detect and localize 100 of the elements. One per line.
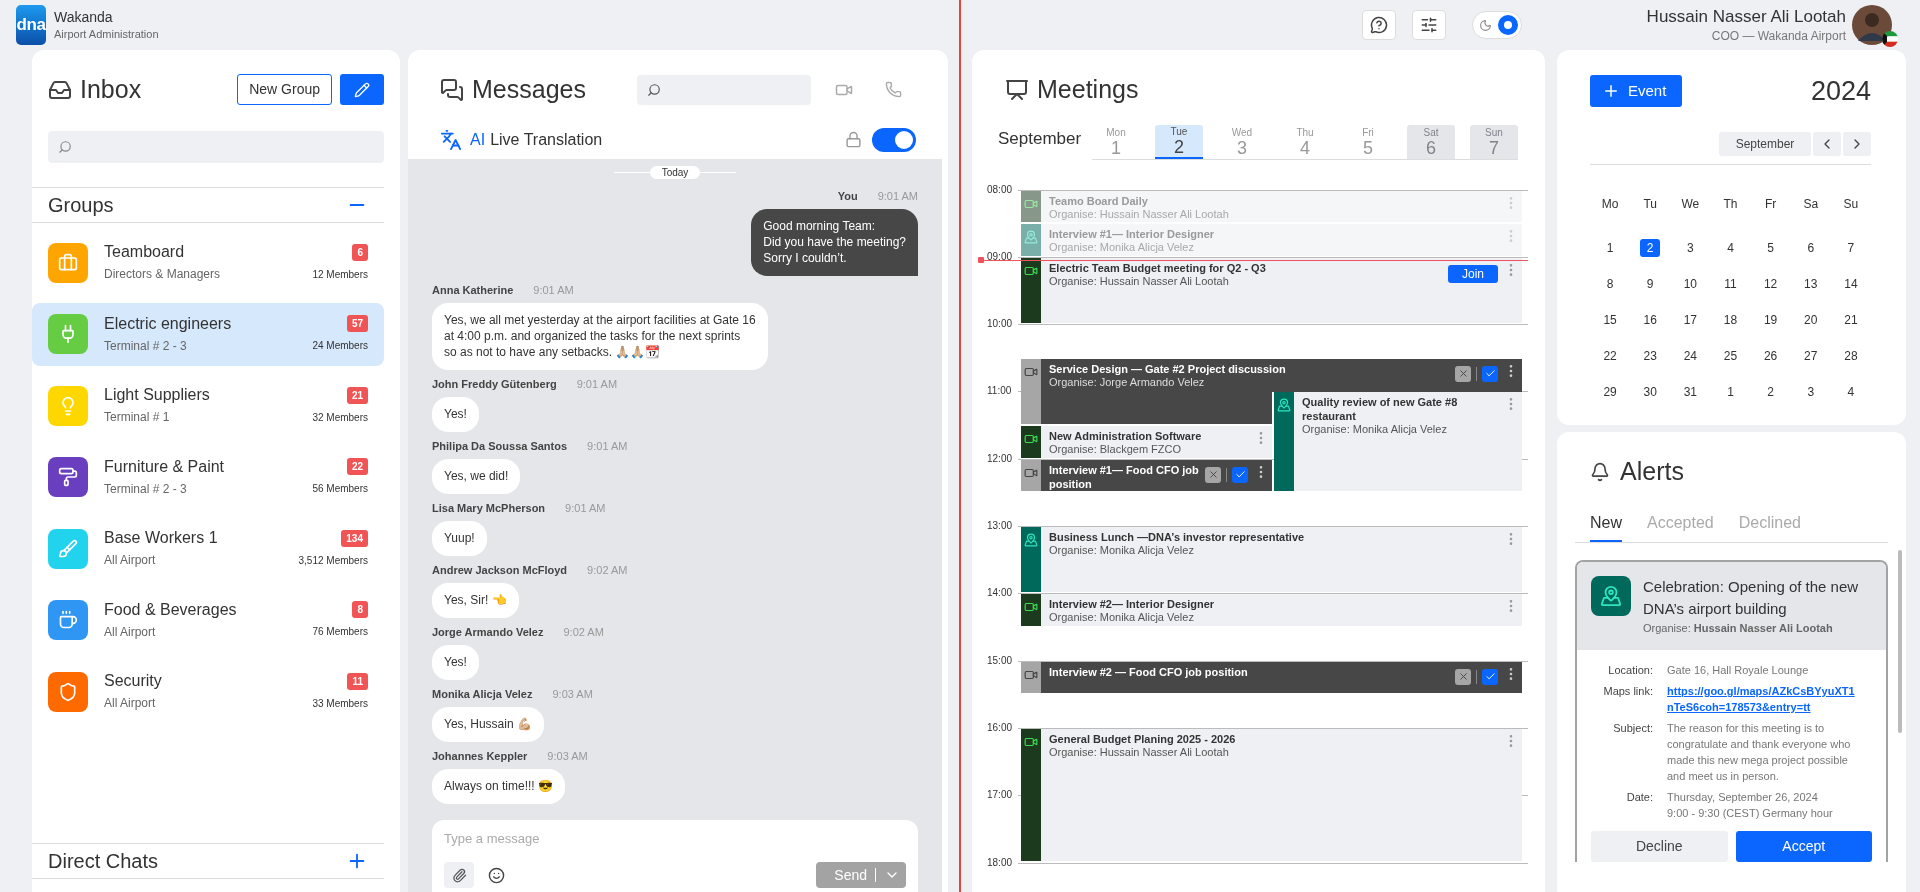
calendar-day[interactable]: 3 <box>1680 238 1701 257</box>
decline-button[interactable] <box>1455 365 1471 382</box>
meeting-event[interactable]: Service Design — Gate #2 Project discussion Organise: Jorge Armando Velez <box>1021 358 1522 393</box>
calendar-day[interactable]: 31 <box>1680 382 1701 401</box>
calendar-day[interactable]: 7 <box>1840 238 1861 257</box>
accept-button[interactable]: Accept <box>1735 831 1872 862</box>
sender-name: Monika Alicja Velez <box>432 687 533 703</box>
detail-label: Date: <box>1625 790 1653 805</box>
calendar-day[interactable]: 23 <box>1640 346 1661 365</box>
accept-button[interactable] <box>1232 466 1248 483</box>
group-item[interactable]: Base Workers 1 All Airport 134 3,512 Members <box>32 517 384 580</box>
member-count: 3,512 Members <box>298 553 368 568</box>
month-select[interactable]: September <box>1719 131 1811 156</box>
chat-icon <box>440 77 464 102</box>
calendar-day[interactable]: 24 <box>1680 346 1701 365</box>
group-item[interactable]: Teamboard Directors & Managers 6 12 Members <box>32 231 384 294</box>
calendar-day[interactable]: 1 <box>1720 382 1741 401</box>
accept-button[interactable] <box>1482 365 1498 382</box>
message-time: 9:01 AM <box>533 283 574 299</box>
meeting-event[interactable]: Quality review of new Gate #8 restaurant Organise: Monika Alicja Velez <box>1274 392 1522 492</box>
detail-value: The reason for this meeting is to congratulate and thank everyone who made this new mega project possible and meet us in person. <box>1667 721 1852 784</box>
calendar-day[interactable]: 19 <box>1760 310 1781 329</box>
event-block[interactable] <box>1021 392 1272 425</box>
message-time: 9:01 AM <box>587 439 628 455</box>
calendar-day[interactable]: 10 <box>1680 274 1701 293</box>
calendar-day[interactable]: 16 <box>1640 310 1661 329</box>
edit-button[interactable] <box>340 74 384 106</box>
group-item[interactable]: Furniture & Paint Terminal # 2 - 3 22 56 Members <box>32 445 384 509</box>
calendar-day[interactable]: 6 <box>1800 238 1821 257</box>
hour-label: 16:00 <box>987 721 1013 734</box>
avatar[interactable] <box>1852 5 1892 45</box>
help-button[interactable] <box>1362 10 1396 40</box>
calendar-day[interactable]: 11 <box>1720 274 1741 293</box>
group-item[interactable]: Light Suppliers Terminal # 1 21 32 Members <box>32 374 384 437</box>
calendar-day[interactable]: 8 <box>1600 274 1621 293</box>
calendar-day[interactable]: 21 <box>1840 310 1861 329</box>
calendar-day[interactable]: 29 <box>1600 382 1621 401</box>
decline-button[interactable] <box>1455 668 1471 685</box>
calendar-day[interactable]: 17 <box>1680 310 1701 329</box>
hour-label: 11:00 <box>987 385 1012 398</box>
group-item[interactable]: Security All Airport 11 33 Members <box>32 660 384 723</box>
phone-icon[interactable] <box>885 81 902 99</box>
calendar-day[interactable]: 27 <box>1800 346 1821 365</box>
translation-toggle[interactable] <box>872 127 916 152</box>
scrollbar[interactable] <box>1898 550 1902 733</box>
calendar-day[interactable]: 15 <box>1600 310 1621 329</box>
calendar-day[interactable]: 14 <box>1840 274 1861 293</box>
event-organiser: Organise: Blackgem FZCO <box>1049 443 1183 457</box>
map-icon <box>1591 575 1631 616</box>
calendar-day[interactable]: 9 <box>1640 274 1661 293</box>
calendar-day[interactable]: 18 <box>1720 310 1741 329</box>
meeting-event[interactable]: Business Lunch —DNA’s investor representative Organise: Monika Alicja Velez <box>1021 527 1522 593</box>
meeting-event[interactable]: Interview #2— Interior Designer Organise: Monika Alicja Velez <box>1021 594 1522 626</box>
emoji-icon[interactable] <box>488 866 505 884</box>
search-icon <box>647 82 661 97</box>
meeting-event[interactable]: Electric Team Budget meeting for Q2 - Q3 Organise: Hussain Nasser Ali Lootah Join <box>1021 257 1522 324</box>
unread-count: 6 <box>352 243 368 261</box>
app-logo: dna <box>16 5 46 45</box>
theme-toggle[interactable] <box>1472 11 1522 39</box>
search-field[interactable] <box>637 74 811 105</box>
decline-button[interactable] <box>1205 466 1221 483</box>
calendar-day[interactable]: 25 <box>1720 346 1741 365</box>
calendar-day[interactable]: 1 <box>1600 238 1621 257</box>
calendar-day[interactable]: 12 <box>1760 274 1781 293</box>
search-field[interactable] <box>48 130 384 163</box>
calendar-day[interactable]: 26 <box>1760 346 1781 365</box>
meeting-event[interactable]: Interview #2 — Food CFO job position <box>1021 661 1522 694</box>
previous-button[interactable] <box>1813 131 1841 156</box>
bell-icon <box>1590 461 1610 482</box>
maps-link[interactable]: https://goo.gl/maps/AZkCsBYyuXT1nTeS6coh=178573&entry=tt <box>1667 683 1857 715</box>
group-subtitle: All Airport <box>104 623 157 641</box>
calendar-day[interactable]: 22 <box>1600 346 1621 365</box>
accept-button[interactable] <box>1482 668 1498 685</box>
calendar-day[interactable]: 4 <box>1840 382 1861 401</box>
calendar-day[interactable]: 30 <box>1640 382 1661 401</box>
calendar-day[interactable]: 5 <box>1760 238 1781 257</box>
calendar-day[interactable]: 20 <box>1800 310 1821 329</box>
alert-tab[interactable]: New <box>1590 510 1622 542</box>
next-button[interactable] <box>1843 131 1871 156</box>
new-group-button[interactable]: New Group <box>237 74 332 106</box>
calendar-day[interactable]: 13 <box>1800 274 1821 293</box>
calendar-day[interactable]: 2 <box>1640 238 1661 257</box>
filter-button[interactable] <box>1412 10 1446 40</box>
add-event-button[interactable]: Event <box>1590 75 1683 108</box>
calendar-day[interactable]: 2 <box>1760 382 1781 401</box>
attach-button[interactable] <box>444 862 474 888</box>
meeting-event[interactable]: General Budget Planing 2025 - 2026 Organise: Hussain Nasser Ali Lootah <box>1021 728 1522 862</box>
meeting-event[interactable]: New Administration Software Organise: Blackgem FZCO <box>1021 426 1272 458</box>
meeting-event[interactable]: Interview #1— Food CFO job position <box>1021 459 1272 492</box>
join-button[interactable]: Join <box>1448 264 1498 283</box>
sender-name: John Freddy Gütenberg <box>432 377 557 393</box>
member-count: 76 Members <box>312 625 368 639</box>
calendar-day[interactable]: 28 <box>1840 346 1861 365</box>
calendar-day[interactable]: 3 <box>1800 382 1821 401</box>
calendar-day[interactable]: 4 <box>1720 238 1741 257</box>
decline-button[interactable]: Decline <box>1591 831 1728 862</box>
group-item[interactable]: Food & Beverages All Airport 8 76 Members <box>32 588 384 652</box>
sender-name: Lisa Mary McPherson <box>432 501 546 517</box>
group-item[interactable]: Electric engineers Terminal # 2 - 3 57 24 Members <box>32 302 384 366</box>
day-tab[interactable]: Tue 2 <box>1155 124 1203 159</box>
